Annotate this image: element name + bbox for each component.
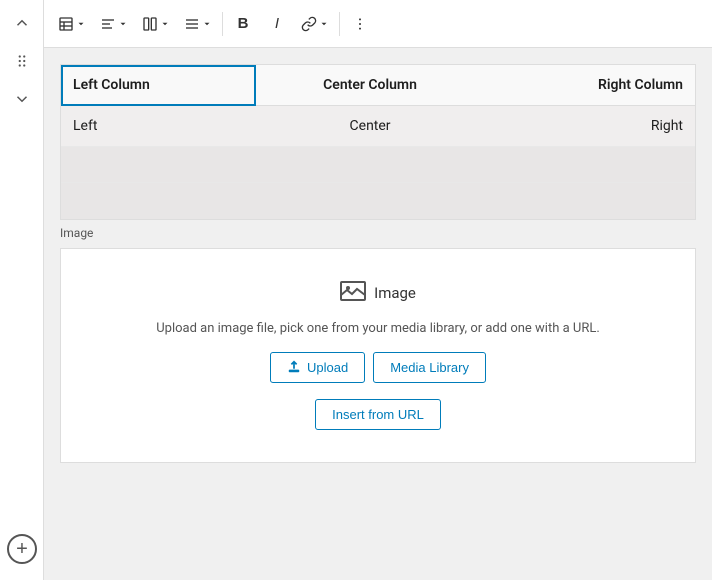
align-justify-button[interactable] — [178, 8, 218, 40]
justify-chevron-icon — [202, 19, 212, 29]
table-cell-left-1[interactable]: Left — [61, 106, 256, 147]
main-content: B I — [44, 0, 712, 580]
table-layout-button[interactable] — [52, 8, 92, 40]
sidebar: + — [0, 0, 44, 580]
image-block-primary-buttons: Upload Media Library — [270, 352, 486, 383]
media-library-label: Media Library — [390, 360, 469, 375]
align-left-icon — [100, 16, 116, 32]
cell-value: Right — [651, 118, 683, 134]
columns-button[interactable] — [136, 8, 176, 40]
columns-chevron-icon — [160, 19, 170, 29]
image-block-description: Upload an image file, pick one from your… — [156, 321, 600, 336]
bold-label: B — [238, 15, 249, 32]
table-cell-center-3[interactable] — [256, 183, 484, 219]
align-left-button[interactable] — [94, 8, 134, 40]
table-row — [61, 147, 695, 183]
toolbar-divider-1 — [222, 12, 223, 36]
table-row — [61, 183, 695, 219]
table-cell-right-3[interactable] — [484, 183, 695, 219]
table-container: Left Column Center Column Right Column — [60, 64, 696, 220]
link-chevron-icon — [319, 19, 329, 29]
more-options-button[interactable] — [344, 8, 376, 40]
align-chevron-icon — [118, 19, 128, 29]
add-block-button[interactable]: + — [7, 534, 37, 564]
columns-icon — [142, 16, 158, 32]
table-header-left[interactable]: Left Column — [61, 65, 256, 106]
drag-handle[interactable] — [7, 46, 37, 76]
table-header-right[interactable]: Right Column — [484, 65, 695, 106]
image-block: Image Upload an image file, pick one fro… — [60, 248, 696, 463]
italic-button[interactable]: I — [261, 8, 293, 40]
toolbar-divider-2 — [339, 12, 340, 36]
collapse-up-btn[interactable] — [7, 8, 37, 38]
block-toolbar: B I — [44, 0, 712, 48]
table-block[interactable]: Left Column Center Column Right Column — [60, 64, 696, 220]
insert-url-label: Insert from URL — [332, 407, 424, 422]
media-library-button[interactable]: Media Library — [373, 352, 486, 383]
sidebar-bottom: + — [0, 534, 44, 564]
align-justify-icon — [184, 16, 200, 32]
table-cell-right-1[interactable]: Right — [484, 106, 695, 147]
image-icon — [340, 281, 366, 305]
left-column-label: Left Column — [73, 77, 150, 93]
ellipsis-icon — [352, 16, 368, 32]
image-block-header: Image — [340, 281, 416, 305]
link-icon — [301, 16, 317, 32]
chevron-down-icon — [76, 19, 86, 29]
table-cell-center-2[interactable] — [256, 147, 484, 183]
table-row: Left Center Right — [61, 106, 695, 147]
cell-value: Center — [350, 118, 391, 134]
table-cell-left-3[interactable] — [61, 183, 256, 219]
right-column-label: Right Column — [598, 77, 683, 93]
cell-value: Left — [73, 118, 97, 134]
italic-label: I — [275, 15, 279, 32]
table-block-label: Image — [60, 226, 93, 240]
insert-from-url-button[interactable]: Insert from URL — [315, 399, 441, 430]
editor-table: Left Column Center Column Right Column — [61, 65, 695, 219]
upload-label: Upload — [307, 360, 348, 375]
upload-button[interactable]: Upload — [270, 352, 365, 383]
table-cell-left-2[interactable] — [61, 147, 256, 183]
upload-icon — [287, 360, 301, 374]
table-cell-right-2[interactable] — [484, 147, 695, 183]
table-layout-icon — [58, 16, 74, 32]
image-block-title-text: Image — [374, 284, 416, 302]
link-button[interactable] — [295, 8, 335, 40]
table-header-row: Left Column Center Column Right Column — [61, 65, 695, 106]
editor-content: Left Column Center Column Right Column — [44, 48, 712, 580]
center-column-label: Center Column — [323, 77, 417, 93]
collapse-down-btn[interactable] — [7, 84, 37, 114]
table-cell-center-1[interactable]: Center — [256, 106, 484, 147]
table-header-center[interactable]: Center Column — [256, 65, 484, 106]
bold-button[interactable]: B — [227, 8, 259, 40]
